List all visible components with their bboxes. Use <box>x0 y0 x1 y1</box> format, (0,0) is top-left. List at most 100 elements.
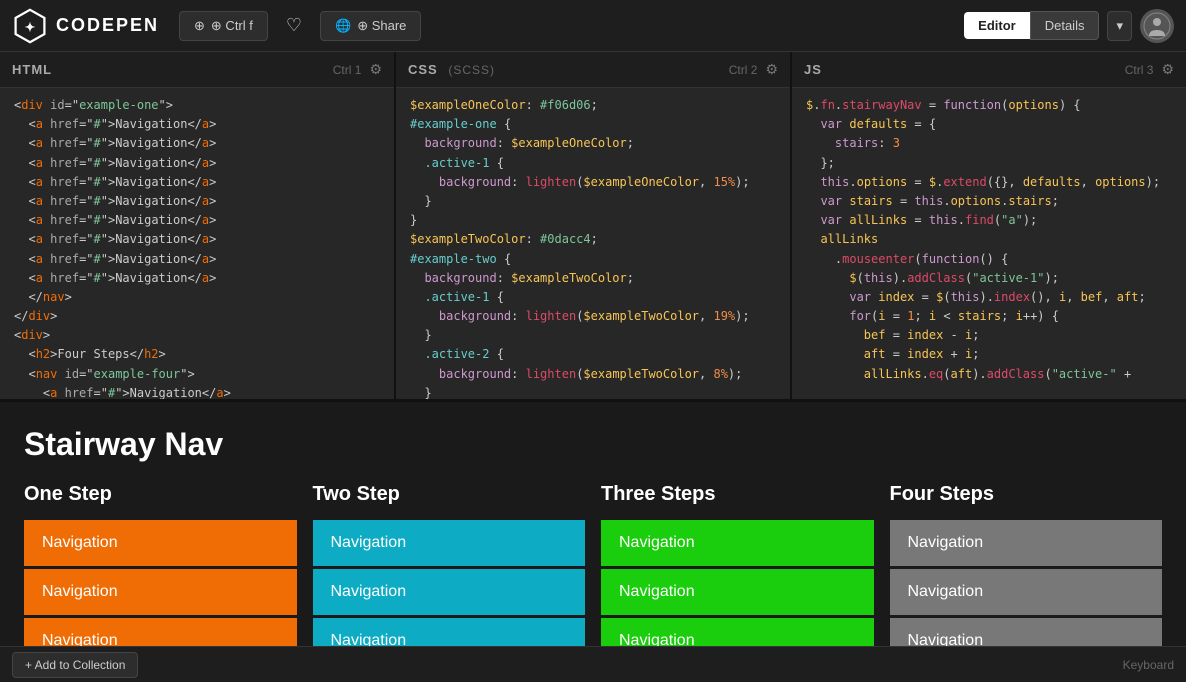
nav-section-four-steps: Four Steps Navigation Navigation Navigat… <box>890 483 1163 646</box>
html-panel-header: HTML Ctrl 1 ⚙ <box>0 52 394 88</box>
code-line: this.options = $.extend({}, defaults, op… <box>792 173 1186 192</box>
code-line: <div id="example-one"> <box>0 96 394 115</box>
nav-section-two-step: Two Step Navigation Navigation Navigatio… <box>313 483 586 646</box>
code-line: allLinks.eq(aft).addClass("active-" + <box>792 365 1186 384</box>
nav-link[interactable]: Navigation <box>890 618 1163 646</box>
css-panel-title: CSS (SCSS) <box>408 62 495 77</box>
nav-link[interactable]: Navigation <box>890 520 1163 566</box>
ctrlf-button[interactable]: ⊕ ⊕ Ctrl f <box>179 11 268 41</box>
code-line: <nav id="example-four"> <box>0 365 394 384</box>
topbar: ✦ CODEPEN ⊕ ⊕ Ctrl f ♡ 🌐 ⊕ Share Editor … <box>0 0 1186 52</box>
code-line: .active-1 { <box>396 154 790 173</box>
code-line: <a href="#">Navigation</a> <box>0 384 394 399</box>
code-line: <a href="#">Navigation</a> <box>0 230 394 249</box>
code-line: <a href="#">Navigation</a> <box>0 154 394 173</box>
html-panel-ctrl: Ctrl 1 ⚙ <box>333 61 382 78</box>
code-line: <a href="#">Navigation</a> <box>0 173 394 192</box>
share-icon: 🌐 <box>335 18 351 34</box>
code-line: bef = index - i; <box>792 326 1186 345</box>
code-line: allLinks <box>792 230 1186 249</box>
js-gear-icon[interactable]: ⚙ <box>1161 61 1174 78</box>
nav-link[interactable]: Navigation <box>313 520 586 566</box>
code-line: background: lighten($exampleTwoColor, 19… <box>396 307 790 326</box>
editor-button[interactable]: Editor <box>964 12 1030 39</box>
code-line: #example-two { <box>396 250 790 269</box>
js-panel-header: JS Ctrl 3 ⚙ <box>792 52 1186 88</box>
js-panel: JS Ctrl 3 ⚙ $.fn.stairwayNav = function(… <box>792 52 1186 399</box>
code-line: } <box>396 384 790 399</box>
logo-icon: ✦ <box>12 8 48 44</box>
avatar-icon <box>1143 12 1171 40</box>
code-line: $exampleTwoColor: #0dacc4; <box>396 230 790 249</box>
nav-link[interactable]: Navigation <box>601 618 874 646</box>
nav-section-two-title: Two Step <box>313 483 586 506</box>
nav-link[interactable]: Navigation <box>890 569 1163 615</box>
code-line: </nav> <box>0 288 394 307</box>
nav-section-one-step: One Step Navigation Navigation Navigatio… <box>24 483 297 646</box>
code-line: </div> <box>0 307 394 326</box>
code-line: }; <box>792 154 1186 173</box>
css-panel: CSS (SCSS) Ctrl 2 ⚙ $exampleOneColor: #f… <box>396 52 792 399</box>
code-line: #example-one { <box>396 115 790 134</box>
code-line: <a href="#">Navigation</a> <box>0 134 394 153</box>
code-line: for(i = 1; i < stairs; i++) { <box>792 307 1186 326</box>
js-code-area[interactable]: $.fn.stairwayNav = function(options) { v… <box>792 88 1186 399</box>
nav-link[interactable]: Navigation <box>24 569 297 615</box>
html-panel: HTML Ctrl 1 ⚙ <div id="example-one"> <a … <box>0 52 396 399</box>
ctrlf-label: ⊕ Ctrl f <box>211 18 253 34</box>
nav-link[interactable]: Navigation <box>24 618 297 646</box>
html-gear-icon[interactable]: ⚙ <box>369 61 382 78</box>
svg-text:✦: ✦ <box>25 20 36 34</box>
keyboard-shortcut-label: Keyboard <box>1123 658 1174 672</box>
code-line: var index = $(this).index(), i, bef, aft… <box>792 288 1186 307</box>
share-label: ⊕ Share <box>357 18 406 34</box>
code-line: <a href="#">Navigation</a> <box>0 250 394 269</box>
preview-content: Stairway Nav One Step Navigation Navigat… <box>0 402 1186 646</box>
add-collection-button[interactable]: + Add to Collection <box>12 652 138 678</box>
nav-section-one-title: One Step <box>24 483 297 506</box>
dropdown-arrow-button[interactable]: ▾ <box>1107 11 1132 41</box>
code-line: var stairs = this.options.stairs; <box>792 192 1186 211</box>
code-line: .active-1 { <box>396 288 790 307</box>
html-panel-title: HTML <box>12 62 52 77</box>
logo-text: CODEPEN <box>56 15 159 36</box>
avatar[interactable] <box>1140 9 1174 43</box>
css-panel-ctrl: Ctrl 2 ⚙ <box>729 61 778 78</box>
code-line: .active-2 { <box>396 345 790 364</box>
code-line: background: $exampleOneColor; <box>396 134 790 153</box>
nav-link[interactable]: Navigation <box>313 618 586 646</box>
nav-sections: One Step Navigation Navigation Navigatio… <box>24 483 1162 646</box>
code-line: <h2>Four Steps</h2> <box>0 345 394 364</box>
preview-wrapper: Stairway Nav One Step Navigation Navigat… <box>0 402 1186 646</box>
details-button[interactable]: Details <box>1030 11 1100 40</box>
code-line: } <box>396 192 790 211</box>
logo: ✦ CODEPEN <box>12 8 159 44</box>
code-line: .mouseenter(function() { <box>792 250 1186 269</box>
css-gear-icon[interactable]: ⚙ <box>765 61 778 78</box>
nav-link[interactable]: Navigation <box>601 569 874 615</box>
preview-area[interactable]: Stairway Nav One Step Navigation Navigat… <box>0 402 1186 646</box>
js-panel-title: JS <box>804 62 822 77</box>
html-code-area[interactable]: <div id="example-one"> <a href="#">Navig… <box>0 88 394 399</box>
nav-link[interactable]: Navigation <box>601 520 874 566</box>
css-ctrl-label: Ctrl 2 <box>729 63 758 77</box>
nav-section-three-steps: Three Steps Navigation Navigation Naviga… <box>601 483 874 646</box>
share-button[interactable]: 🌐 ⊕ Share <box>320 11 421 41</box>
code-line: $(this).addClass("active-1"); <box>792 269 1186 288</box>
code-panels: HTML Ctrl 1 ⚙ <div id="example-one"> <a … <box>0 52 1186 402</box>
code-line: var defaults = { <box>792 115 1186 134</box>
html-ctrl-label: Ctrl 1 <box>333 63 362 77</box>
code-line: background: $exampleTwoColor; <box>396 269 790 288</box>
code-line: } <box>396 326 790 345</box>
code-line: background: lighten($exampleOneColor, 15… <box>396 173 790 192</box>
code-line: <a href="#">Navigation</a> <box>0 192 394 211</box>
css-panel-header: CSS (SCSS) Ctrl 2 ⚙ <box>396 52 790 88</box>
css-code-area[interactable]: $exampleOneColor: #f06d06; #example-one … <box>396 88 790 399</box>
nav-link[interactable]: Navigation <box>313 569 586 615</box>
heart-button[interactable]: ♡ <box>276 9 312 42</box>
code-line: var allLinks = this.find("a"); <box>792 211 1186 230</box>
bottombar: + Add to Collection Keyboard <box>0 646 1186 682</box>
code-line: stairs: 3 <box>792 134 1186 153</box>
nav-section-four-title: Four Steps <box>890 483 1163 506</box>
nav-link[interactable]: Navigation <box>24 520 297 566</box>
